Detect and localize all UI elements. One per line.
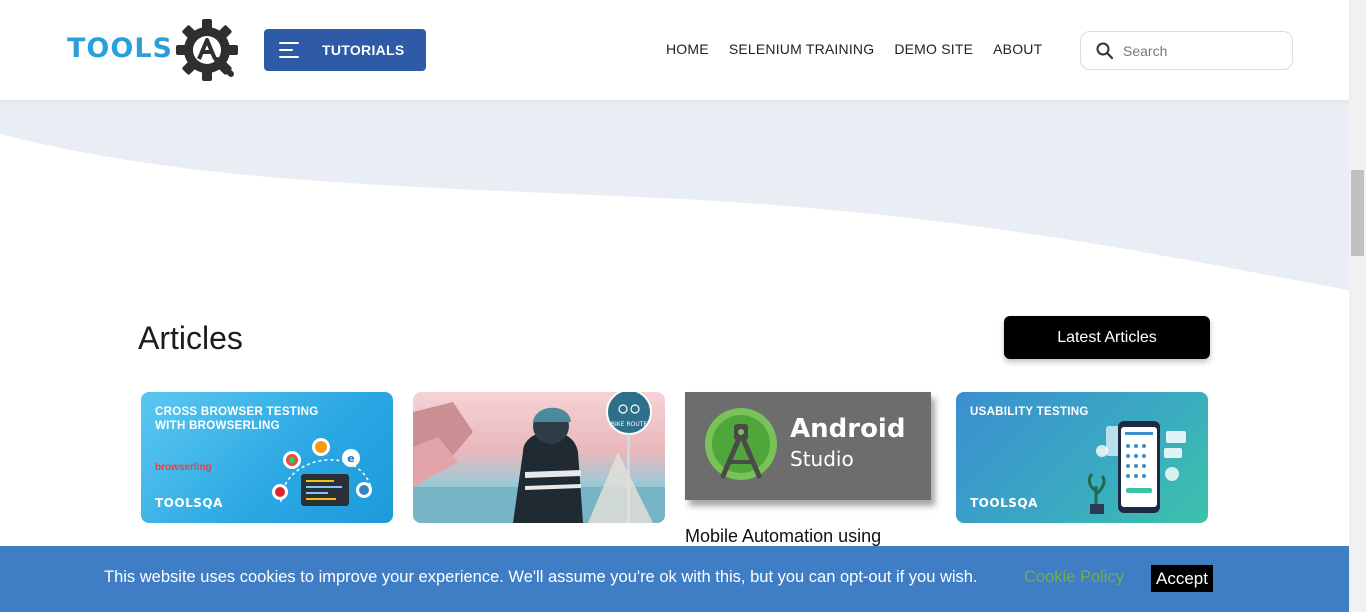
article-title[interactable]: Mobile Automation using [685,526,881,547]
tutorials-label: TUTORIALS [322,42,405,58]
article-card-android-studio[interactable]: Android Studio [685,392,931,500]
cookie-message: This website uses cookies to improve you… [104,568,978,586]
svg-text:e: e [347,452,354,465]
articles-heading: Articles [138,320,243,356]
article-card-cross-browser[interactable]: CROSS BROWSER TESTING WITH BROWSERLING b… [141,392,393,523]
card-heading: CROSS BROWSER TESTING WITH BROWSERLING [155,406,319,432]
cookie-policy-link[interactable]: Cookie Policy [1024,568,1124,587]
card-logo: TOOLSQA [970,496,1038,510]
toolsqa-logo[interactable]: TOOLS [67,19,241,81]
latest-articles-button[interactable]: Latest Articles [1004,316,1210,359]
browser-icons-illustration: e [272,438,372,506]
android-studio-icon [705,408,777,480]
browserling-brand: browserling [155,462,212,473]
search-box[interactable] [1080,31,1293,70]
site-header: TOOLS TUTORIALS HOME SELENIUM TRAINING D… [0,0,1349,100]
article-card-illustration[interactable]: BIKE ROUTE [413,392,665,523]
menu-icon [279,42,299,58]
wave-background [0,100,1349,290]
card-logo: TOOLSQA [155,496,223,510]
scrollbar-thumb[interactable] [1351,170,1364,256]
nav-home[interactable]: HOME [666,41,709,57]
nav-about[interactable]: ABOUT [993,41,1042,57]
main-nav: HOME SELENIUM TRAINING DEMO SITE ABOUT [666,41,1042,57]
cookie-consent-bar: This website uses cookies to improve you… [0,546,1349,612]
android-subtitle: Studio [790,447,854,471]
gear-icon [176,19,238,81]
nav-selenium-training[interactable]: SELENIUM TRAINING [729,41,875,57]
cyclist-illustration: BIKE ROUTE [413,392,665,523]
nav-demo-site[interactable]: DEMO SITE [894,41,973,57]
card-heading: USABILITY TESTING [970,406,1089,418]
logo-text: TOOLS [67,33,173,64]
page-scrollbar[interactable] [1349,0,1366,612]
tutorials-button[interactable]: TUTORIALS [264,29,426,71]
search-input[interactable] [1123,42,1283,59]
accept-button[interactable]: Accept [1151,565,1213,592]
android-title: Android [790,414,906,444]
article-card-usability-testing[interactable]: USABILITY TESTING TOOLSQA [956,392,1208,523]
phone-illustration [1087,421,1186,514]
sign-text: BIKE ROUTE [611,421,647,428]
search-icon [1096,42,1114,59]
